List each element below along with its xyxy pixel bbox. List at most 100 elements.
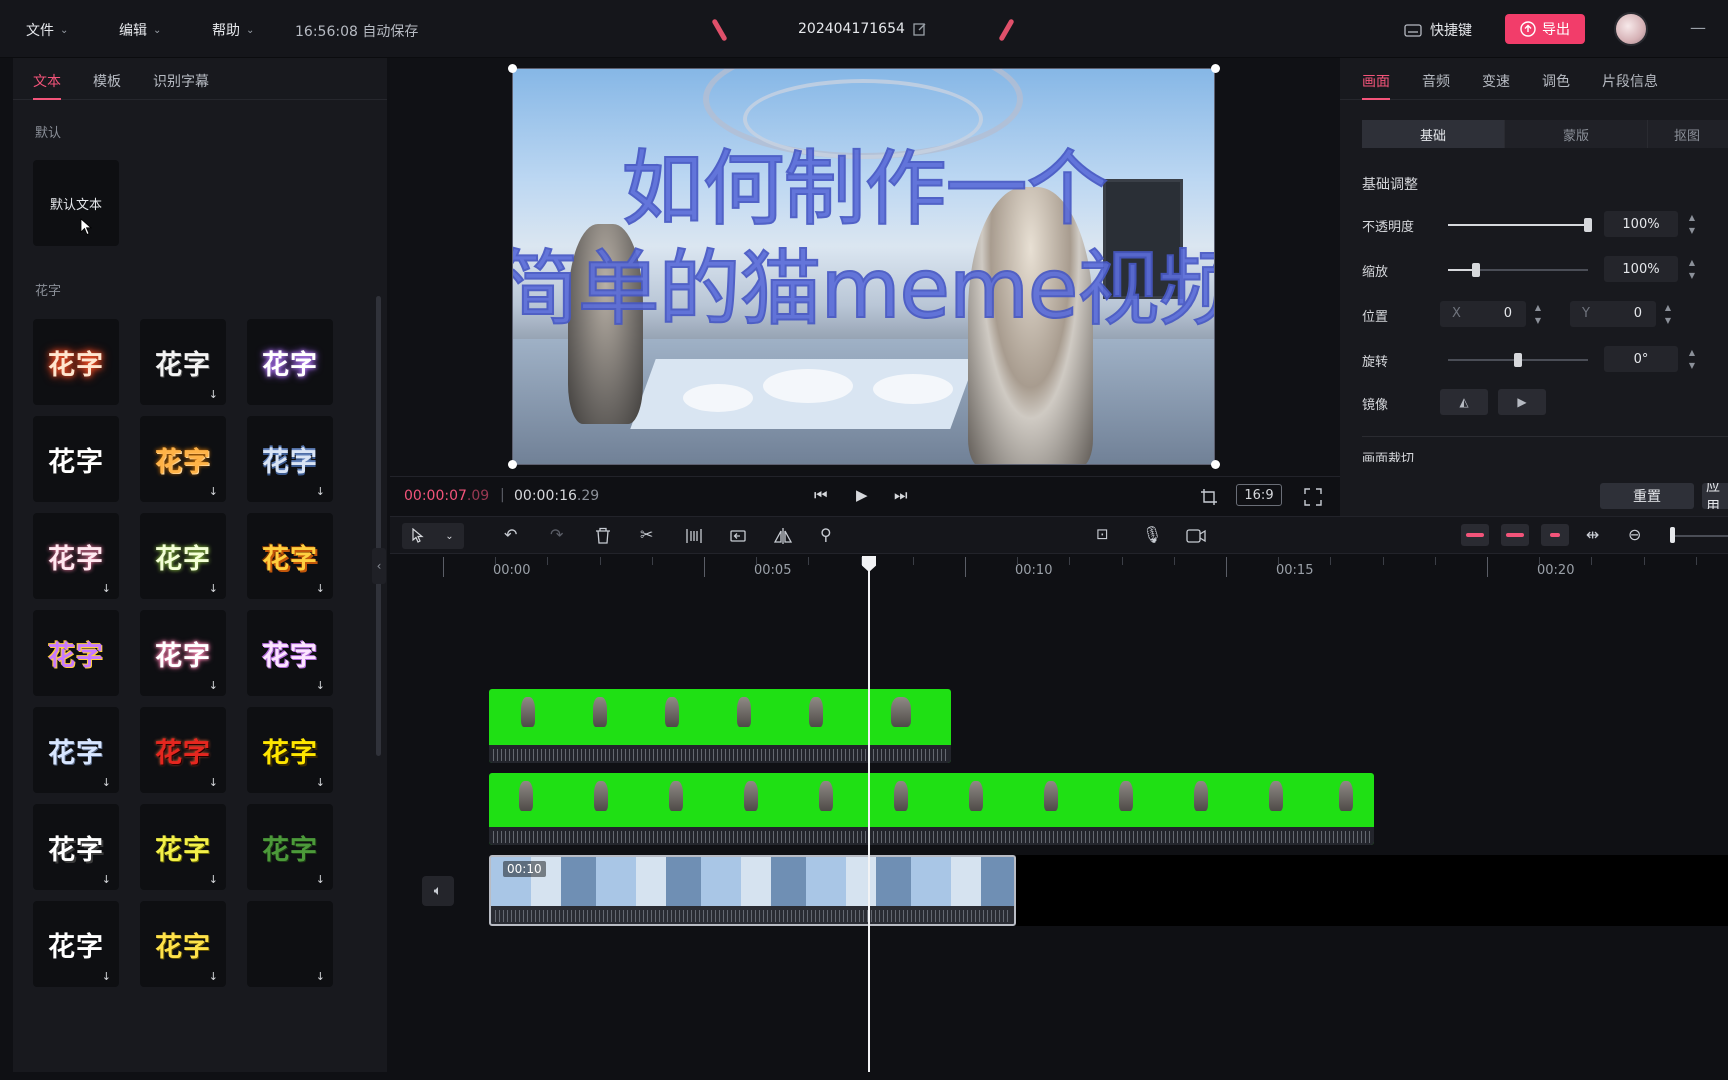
huazi-style-card[interactable]: 花字 ↓ xyxy=(140,804,226,890)
huazi-style-card[interactable]: 花字 ↓ xyxy=(247,513,333,599)
rotate-value[interactable]: 0° xyxy=(1604,346,1678,372)
tab-picture[interactable]: 画面 xyxy=(1362,71,1390,100)
magnet-snap-toggle[interactable] xyxy=(1461,524,1489,546)
main-video-clip[interactable]: 00:10 xyxy=(489,855,1016,926)
preview-axis-toggle[interactable] xyxy=(1541,524,1569,546)
download-icon[interactable]: ↓ xyxy=(209,388,218,401)
download-icon[interactable]: ↓ xyxy=(209,485,218,498)
opacity-stepper[interactable]: ▲ ▼ xyxy=(1686,211,1698,237)
video-overlay-text-line2[interactable]: 简单的猫meme视频 xyxy=(513,248,1214,332)
minimize-icon[interactable]: — xyxy=(1690,18,1706,37)
shortcut-button[interactable]: 快捷键 xyxy=(1404,20,1472,40)
pin-icon[interactable]: ⚲ xyxy=(820,525,832,544)
tab-speed[interactable]: 变速 xyxy=(1482,71,1510,91)
huazi-style-card[interactable]: 花字 ↓ xyxy=(247,416,333,502)
huazi-style-card[interactable]: 花字 xyxy=(33,416,119,502)
opacity-slider-knob[interactable] xyxy=(1584,218,1592,232)
delete-icon[interactable] xyxy=(595,527,611,544)
subtab-mask[interactable]: 蒙版 xyxy=(1505,120,1648,148)
skip-back-icon[interactable]: ⏮ xyxy=(814,486,828,504)
huazi-style-card[interactable]: 花字 xyxy=(33,610,119,696)
select-tool-dropdown[interactable]: ⌄ xyxy=(402,523,464,549)
rotate-stepper[interactable]: ▲ ▼ xyxy=(1686,346,1698,372)
resize-handle-bottom-right[interactable] xyxy=(1211,460,1220,469)
undo-icon[interactable]: ↶ xyxy=(504,525,517,544)
menu-file[interactable]: 文件 ⌄ xyxy=(26,20,68,40)
rotate-slider-knob[interactable] xyxy=(1514,353,1522,367)
position-x-stepper[interactable]: ▲ ▼ xyxy=(1532,301,1544,327)
download-icon[interactable]: ↓ xyxy=(102,776,111,789)
tab-template[interactable]: 模板 xyxy=(93,71,121,91)
resize-handle-top-left[interactable] xyxy=(508,64,517,73)
huazi-style-card[interactable]: 花字 ↓ xyxy=(140,416,226,502)
huazi-style-card[interactable]: 花字 ↓ xyxy=(33,804,119,890)
scale-slider[interactable] xyxy=(1448,263,1588,277)
download-icon[interactable]: ↓ xyxy=(209,679,218,692)
resize-handle-top-right[interactable] xyxy=(1211,64,1220,73)
tab-clip-info[interactable]: 片段信息 xyxy=(1602,71,1658,91)
main-track-empty-area[interactable] xyxy=(1016,855,1728,926)
project-title[interactable]: 202404171654 xyxy=(798,21,927,37)
greenscreen-clip-1[interactable] xyxy=(489,689,951,763)
zoom-slider-knob[interactable] xyxy=(1670,527,1675,543)
microphone-icon[interactable]: 🎙︎ xyxy=(1142,525,1162,544)
download-icon[interactable]: ↓ xyxy=(209,873,218,886)
scale-slider-knob[interactable] xyxy=(1472,263,1480,277)
camera-record-icon[interactable] xyxy=(1186,528,1206,544)
huazi-style-card[interactable]: 花字 ↓ xyxy=(247,610,333,696)
greenscreen-clip-2[interactable] xyxy=(489,773,1374,845)
huazi-style-card[interactable]: 花字 ↓ xyxy=(140,901,226,987)
download-icon[interactable]: ↓ xyxy=(316,776,325,789)
huazi-style-card[interactable]: 花字 ↓ xyxy=(140,319,226,405)
apply-button[interactable]: 应用 xyxy=(1702,483,1728,509)
huazi-style-card[interactable]: 花字 ↓ xyxy=(140,707,226,793)
huazi-style-card[interactable]: 花字 ↓ xyxy=(33,513,119,599)
track-mute-icon[interactable]: 🔈︎ xyxy=(422,876,454,906)
huazi-style-card[interactable]: 花字 ↓ xyxy=(140,610,226,696)
download-icon[interactable]: ↓ xyxy=(316,970,325,983)
tab-recognize-subtitles[interactable]: 识别字幕 xyxy=(153,71,209,91)
zoom-out-icon[interactable]: ⊖ xyxy=(1628,525,1641,544)
reverse-icon[interactable] xyxy=(729,528,747,544)
huazi-style-card[interactable]: 花字 ↓ xyxy=(33,901,119,987)
reset-button[interactable]: 重置 xyxy=(1600,483,1694,509)
fullscreen-icon[interactable] xyxy=(1304,488,1322,506)
default-text-card[interactable]: 默认文本 xyxy=(33,160,119,246)
huazi-style-card[interactable]: 花字 xyxy=(247,319,333,405)
crop-icon[interactable] xyxy=(1200,488,1218,506)
text-panel-scrollbar[interactable] xyxy=(376,296,381,756)
download-icon[interactable]: ↓ xyxy=(209,970,218,983)
download-icon[interactable]: ↓ xyxy=(209,582,218,595)
subtab-cutout[interactable]: 抠图 xyxy=(1648,120,1728,148)
skip-forward-icon[interactable]: ⏭ xyxy=(894,486,908,504)
scale-stepper[interactable]: ▲ ▼ xyxy=(1686,256,1698,282)
huazi-style-card[interactable]: 花字 xyxy=(33,319,119,405)
freeze-frame-icon[interactable] xyxy=(684,528,704,544)
download-icon[interactable]: ↓ xyxy=(102,970,111,983)
split-icon[interactable]: ✂ xyxy=(640,525,653,544)
menu-edit[interactable]: 编辑 ⌄ xyxy=(119,20,161,40)
position-x-field[interactable]: X0 xyxy=(1440,301,1526,327)
download-icon[interactable]: ↓ xyxy=(209,776,218,789)
video-overlay-text-line1[interactable]: 如何制作一个 xyxy=(513,148,1214,232)
huazi-style-card[interactable]: 花字 ↓ xyxy=(140,513,226,599)
resize-handle-bottom-left[interactable] xyxy=(508,460,517,469)
menu-help[interactable]: 帮助 ⌄ xyxy=(212,20,254,40)
tab-color[interactable]: 调色 xyxy=(1542,71,1570,91)
download-icon[interactable]: ↓ xyxy=(102,582,111,595)
huazi-style-card[interactable]: 花字 ↓ xyxy=(247,707,333,793)
download-icon[interactable]: ↓ xyxy=(102,873,111,886)
mirror-vertical-icon[interactable]: ▶ xyxy=(1498,389,1546,415)
export-button[interactable]: 导出 xyxy=(1505,14,1585,44)
tab-text[interactable]: 文本 xyxy=(33,71,61,100)
position-y-field[interactable]: Y0 xyxy=(1570,301,1656,327)
mirror-horizontal-icon[interactable]: ◭ xyxy=(1440,389,1488,415)
edit-icon[interactable] xyxy=(913,22,927,36)
download-icon[interactable]: ↓ xyxy=(316,873,325,886)
panel-collapse-handle[interactable]: ‹ xyxy=(372,548,386,584)
download-icon[interactable]: ↓ xyxy=(316,679,325,692)
zoom-slider[interactable] xyxy=(1672,535,1728,537)
huazi-style-card-empty[interactable]: ↓ xyxy=(247,901,333,987)
subtab-basic[interactable]: 基础 xyxy=(1362,120,1505,148)
avatar[interactable] xyxy=(1614,12,1648,46)
